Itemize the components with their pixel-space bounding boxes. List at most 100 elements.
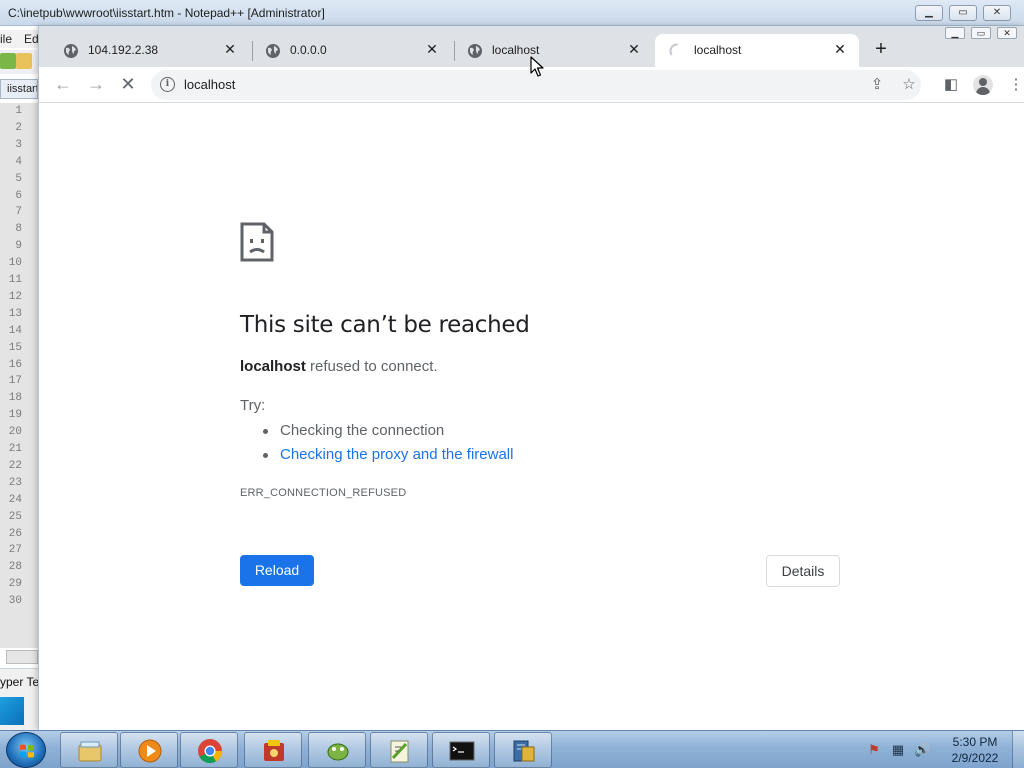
volume-icon[interactable]: 🔊 — [914, 742, 930, 758]
line-number: 17 — [8, 375, 22, 388]
show-desktop-button[interactable] — [1012, 731, 1024, 768]
line-number: 2 — [15, 121, 22, 134]
tab-localhost[interactable]: localhost ✕ — [453, 34, 653, 67]
tab-title: 0.0.0.0 — [290, 43, 327, 57]
line-number: 24 — [8, 493, 22, 506]
site-info-icon[interactable]: i — [160, 77, 175, 92]
notepadpp-title-bar[interactable]: C:\inetpub\wwwroot\iisstart.htm - Notepa… — [0, 0, 1024, 26]
notepadpp-icon — [390, 740, 409, 763]
line-number: 25 — [8, 510, 22, 523]
line-number: 20 — [8, 426, 22, 439]
line-number: 19 — [8, 409, 22, 422]
tab-title: localhost — [694, 43, 742, 57]
line-number: 1 — [15, 105, 22, 117]
details-button[interactable]: Details — [766, 555, 840, 587]
chrome-icon — [198, 739, 222, 764]
suggestion-check-connection: Checking the connection — [262, 422, 513, 446]
tab-close-icon[interactable]: ✕ — [831, 40, 849, 58]
start-button[interactable] — [6, 732, 46, 768]
horizontal-scrollbar[interactable] — [6, 650, 38, 664]
chrome-close-button[interactable]: ✕ — [997, 27, 1017, 39]
stop-loading-icon[interactable]: ✕ — [116, 73, 140, 97]
minimize-button[interactable]: ▁ — [915, 5, 943, 21]
file-explorer-icon — [78, 741, 102, 762]
line-number: 26 — [8, 527, 22, 540]
line-number: 27 — [8, 544, 22, 557]
taskbar-gecko[interactable] — [308, 732, 366, 768]
tab-localhost-active[interactable]: localhost ✕ — [655, 34, 859, 67]
globe-icon — [468, 44, 482, 58]
notepadpp-title: C:\inetpub\wwwroot\iisstart.htm - Notepa… — [8, 6, 325, 20]
system-tray: ⚑ ▦ 🔊 5:30 PM 2/9/2022 — [860, 731, 1024, 768]
chrome-maximize-button[interactable]: ▭ — [971, 27, 991, 39]
taskbar-app[interactable] — [244, 732, 302, 768]
open-folder-icon[interactable] — [16, 53, 32, 69]
line-number: 29 — [8, 578, 22, 591]
new-file-icon[interactable] — [0, 53, 16, 69]
maximize-button[interactable]: ▭ — [949, 5, 977, 21]
tab-close-icon[interactable]: ✕ — [625, 40, 643, 58]
tab-close-icon[interactable]: ✕ — [221, 40, 239, 58]
reload-button[interactable]: Reload — [240, 555, 314, 586]
error-page: This site can’t be reached localhost ref… — [39, 104, 1024, 730]
globe-icon — [64, 44, 78, 58]
kebab-menu-icon[interactable]: ⋮ — [1005, 74, 1024, 96]
back-arrow-icon[interactable]: ← — [51, 73, 75, 97]
suggestion-list: Checking the connection Checking the pro… — [262, 422, 513, 470]
chrome-minimize-button[interactable]: ▁ — [945, 27, 965, 39]
clock-time[interactable]: 5:30 PM — [950, 735, 1000, 749]
address-text[interactable]: localhost — [184, 77, 235, 92]
menu-edit[interactable]: Ed — [24, 32, 39, 46]
close-button[interactable]: ✕ — [983, 5, 1011, 21]
error-title: This site can’t be reached — [240, 312, 530, 338]
taskbar-notepadpp[interactable] — [370, 732, 428, 768]
globe-icon — [266, 44, 280, 58]
clock-date[interactable]: 2/9/2022 — [950, 751, 1000, 765]
cmd-icon — [449, 741, 475, 761]
taskbar-chrome[interactable] — [180, 732, 238, 768]
chrome-window: 104.192.2.38 ✕ 0.0.0.0 ✕ localhost ✕ loc… — [38, 26, 1024, 730]
new-tab-button[interactable]: + — [869, 38, 893, 62]
tab-0-0-0-0[interactable]: 0.0.0.0 ✕ — [251, 34, 451, 67]
taskbar-server-manager[interactable] — [494, 732, 552, 768]
error-code: ERR_CONNECTION_REFUSED — [240, 487, 407, 499]
taskbar-cmd[interactable] — [432, 732, 490, 768]
taskbar-media-player[interactable] — [120, 732, 178, 768]
tab-close-icon[interactable]: ✕ — [423, 40, 441, 58]
media-player-icon — [138, 739, 162, 763]
line-number: 22 — [8, 459, 22, 472]
notepadpp-menu-bar: ile Ed — [0, 30, 39, 48]
suggestion-check-proxy-link[interactable]: Checking the proxy and the firewall — [262, 446, 513, 470]
bookmark-star-icon[interactable]: ☆ — [899, 75, 919, 95]
action-center-flag-icon[interactable]: ⚑ — [866, 742, 882, 758]
try-label: Try: — [240, 397, 266, 414]
line-number: 30 — [8, 595, 22, 608]
line-number: 14 — [8, 324, 22, 337]
loading-spinner-icon — [669, 43, 678, 56]
line-number: 10 — [8, 257, 22, 270]
line-number: 28 — [8, 561, 22, 574]
share-icon[interactable]: ⇪ — [867, 75, 887, 95]
side-panel-icon[interactable]: ◧ — [940, 74, 962, 96]
line-number: 18 — [8, 392, 22, 405]
menu-file[interactable]: ile — [0, 32, 12, 46]
tab-title: 104.192.2.38 — [88, 43, 159, 57]
taskbar-file-explorer[interactable] — [60, 732, 118, 768]
tab-104-192-2-38[interactable]: 104.192.2.38 ✕ — [49, 34, 249, 67]
line-number: 9 — [15, 240, 22, 253]
line-number: 16 — [8, 358, 22, 371]
app-icon — [264, 740, 284, 761]
network-icon[interactable]: ▦ — [890, 742, 906, 758]
windows-logo-icon — [20, 744, 34, 758]
forward-arrow-icon[interactable]: → — [84, 73, 108, 97]
line-number: 11 — [8, 274, 22, 286]
line-number: 23 — [8, 476, 22, 489]
line-number: 6 — [15, 189, 22, 202]
profile-avatar-icon[interactable] — [973, 75, 993, 95]
sad-page-icon — [240, 222, 274, 262]
gecko-icon — [327, 743, 349, 761]
line-number: 15 — [8, 341, 22, 354]
line-number: 12 — [8, 290, 22, 303]
notepadpp-file-tab[interactable]: iisstart — [0, 79, 38, 99]
panel-icon — [0, 697, 24, 725]
